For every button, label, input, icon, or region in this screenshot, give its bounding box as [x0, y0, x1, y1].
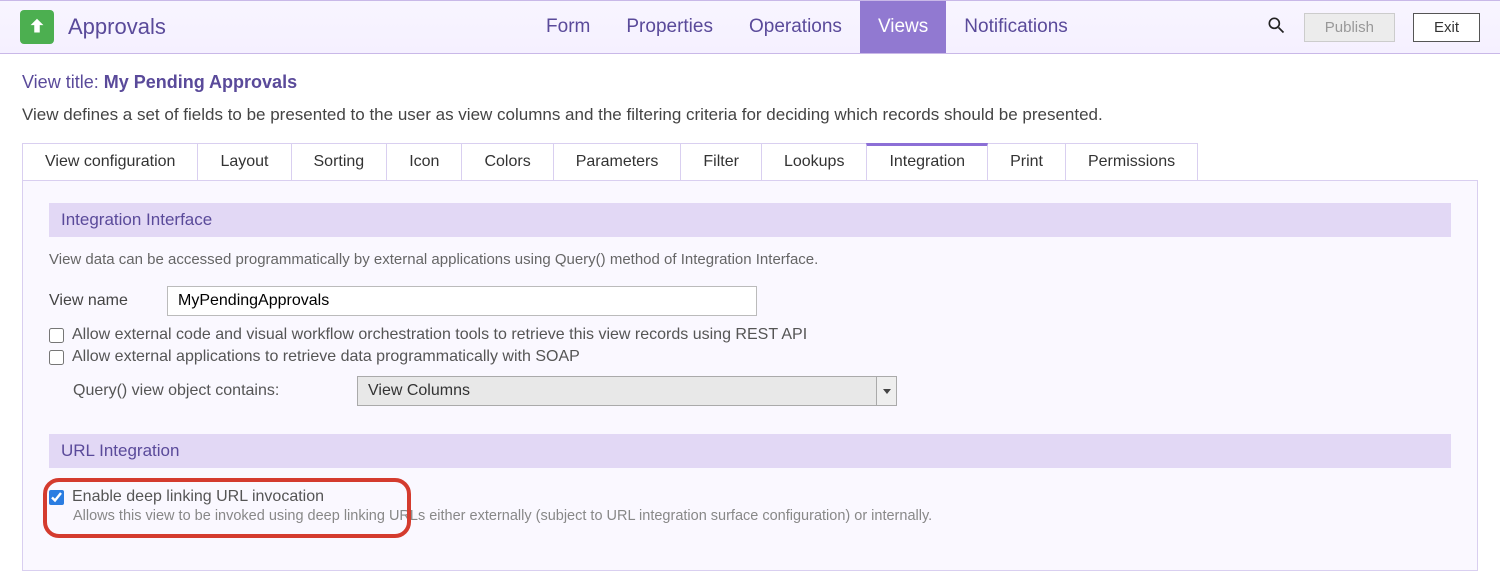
- view-title-row: View title: My Pending Approvals: [22, 72, 1478, 93]
- tab-colors[interactable]: Colors: [461, 143, 553, 180]
- top-nav: Form Properties Operations Views Notific…: [528, 1, 1086, 53]
- tab-sorting[interactable]: Sorting: [291, 143, 388, 180]
- chevron-down-icon: [876, 377, 896, 405]
- query-select[interactable]: View Columns: [357, 376, 897, 406]
- view-description: View defines a set of fields to be prese…: [22, 105, 1478, 125]
- content-area: View title: My Pending Approvals View de…: [0, 54, 1500, 571]
- app-icon: [20, 10, 54, 44]
- tab-icon[interactable]: Icon: [386, 143, 462, 180]
- page-title: Approvals: [68, 14, 166, 40]
- view-title-value: My Pending Approvals: [104, 72, 297, 92]
- tab-integration[interactable]: Integration: [866, 143, 988, 180]
- query-row: Query() view object contains: View Colum…: [73, 376, 1451, 406]
- nav-properties[interactable]: Properties: [608, 1, 731, 53]
- view-name-label: View name: [49, 292, 167, 310]
- deep-linking-highlight: Enable deep linking URL invocation Allow…: [49, 482, 946, 530]
- exit-button[interactable]: Exit: [1413, 13, 1480, 42]
- deep-linking-checkbox[interactable]: [49, 490, 64, 505]
- tab-layout[interactable]: Layout: [197, 143, 291, 180]
- topbar-left: Approvals: [20, 1, 206, 53]
- rest-api-label[interactable]: Allow external code and visual workflow …: [72, 326, 807, 344]
- soap-checkbox[interactable]: [49, 350, 64, 365]
- tab-parameters[interactable]: Parameters: [553, 143, 682, 180]
- rest-api-checkbox[interactable]: [49, 328, 64, 343]
- view-name-input[interactable]: [167, 286, 757, 316]
- nav-operations[interactable]: Operations: [731, 1, 860, 53]
- soap-label[interactable]: Allow external applications to retrieve …: [72, 348, 580, 366]
- tab-print[interactable]: Print: [987, 143, 1066, 180]
- tab-lookups[interactable]: Lookups: [761, 143, 868, 180]
- search-icon[interactable]: [1266, 15, 1286, 39]
- integration-interface-header: Integration Interface: [49, 203, 1451, 237]
- nav-form[interactable]: Form: [528, 1, 608, 53]
- deep-linking-subtext: Allows this view to be invoked using dee…: [73, 508, 932, 524]
- publish-button[interactable]: Publish: [1304, 13, 1395, 42]
- tab-permissions[interactable]: Permissions: [1065, 143, 1198, 180]
- sub-tabs: View configuration Layout Sorting Icon C…: [22, 143, 1478, 181]
- rest-api-row: Allow external code and visual workflow …: [49, 326, 1451, 344]
- tab-filter[interactable]: Filter: [680, 143, 762, 180]
- nav-views[interactable]: Views: [860, 1, 946, 53]
- nav-notifications[interactable]: Notifications: [946, 1, 1086, 53]
- soap-row: Allow external applications to retrieve …: [49, 348, 1451, 366]
- deep-linking-row: Enable deep linking URL invocation: [49, 488, 932, 506]
- integration-panel: Integration Interface View data can be a…: [22, 181, 1478, 571]
- view-name-row: View name: [49, 286, 1451, 316]
- query-select-value: View Columns: [368, 382, 470, 400]
- topbar-right: Publish Exit: [1086, 1, 1480, 53]
- deep-linking-label[interactable]: Enable deep linking URL invocation: [72, 488, 324, 506]
- integration-interface-desc: View data can be accessed programmatical…: [49, 251, 1451, 268]
- top-bar: Approvals Form Properties Operations Vie…: [0, 0, 1500, 54]
- view-title-prefix: View title:: [22, 72, 99, 92]
- query-label: Query() view object contains:: [73, 382, 333, 400]
- url-integration-header: URL Integration: [49, 434, 1451, 468]
- tab-view-configuration[interactable]: View configuration: [22, 143, 198, 180]
